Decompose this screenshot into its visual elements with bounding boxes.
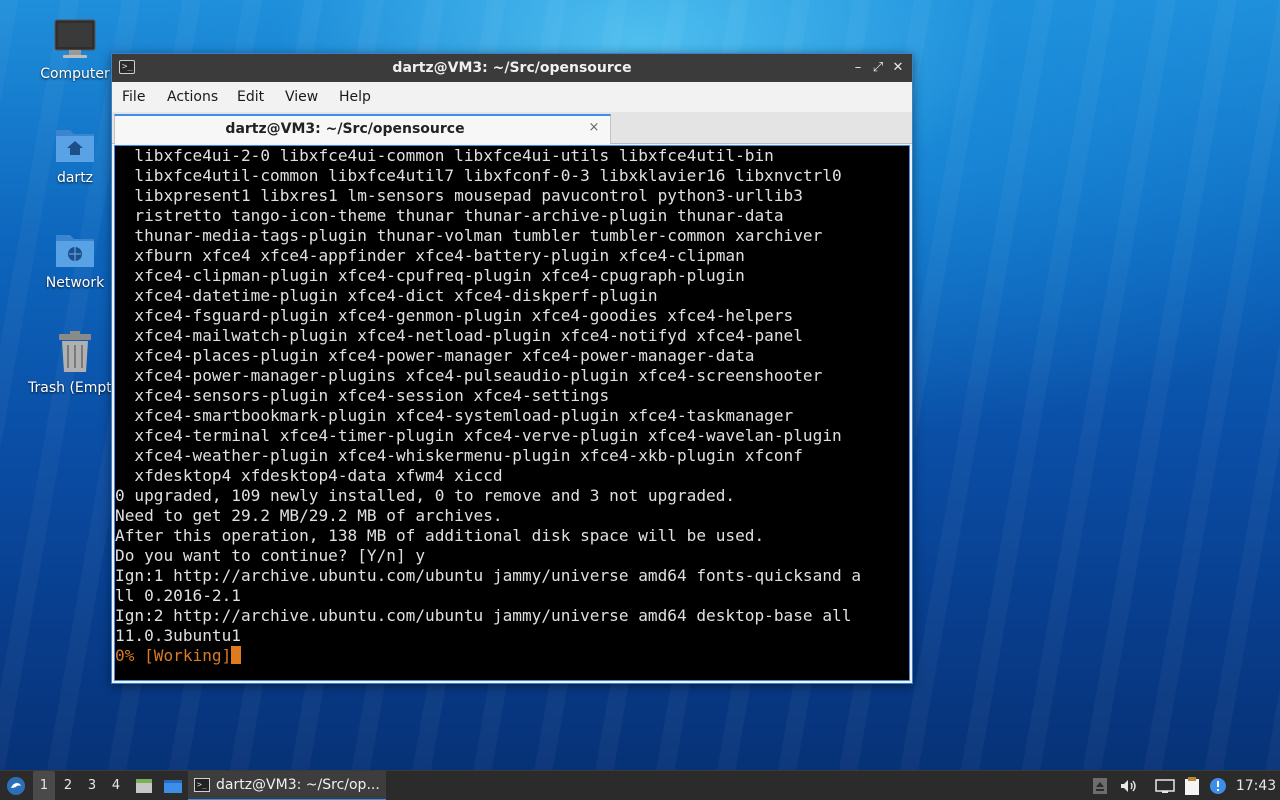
close-button[interactable]: ✕ — [888, 58, 908, 78]
task-label: dartz@VM3: ~/Src/op... — [216, 777, 380, 793]
terminal-line: After this operation, 138 MB of addition… — [115, 526, 765, 545]
tab-label: dartz@VM3: ~/Src/opensource — [225, 121, 465, 137]
minimize-button[interactable]: – — [848, 58, 868, 78]
workspace-3[interactable]: 3 — [81, 771, 103, 800]
taskbar: 1 2 3 4 >_ dartz@VM3: ~/Src/op... 17:43 — [0, 770, 1280, 800]
clipboard-icon[interactable] — [1181, 771, 1203, 800]
terminal-line: ll 0.2016-2.1 — [115, 586, 241, 605]
window-titlebar[interactable]: >_ dartz@VM3: ~/Src/opensource – ⤢ ✕ — [112, 54, 912, 82]
terminal-output[interactable]: libxfce4ui-2-0 libxfce4ui-common libxfce… — [114, 145, 910, 681]
xfce-logo-icon — [7, 776, 25, 795]
computer-icon — [54, 19, 96, 58]
show-desktop-icon[interactable] — [133, 771, 155, 800]
whisker-menu-button[interactable] — [4, 771, 28, 800]
menu-file[interactable]: File — [122, 82, 145, 112]
workspace-4[interactable]: 4 — [105, 771, 127, 800]
terminal-line: xfce4-weather-plugin xfce4-whiskermenu-p… — [115, 446, 803, 465]
file-manager-icon[interactable] — [161, 771, 185, 800]
workspace-1[interactable]: 1 — [33, 771, 55, 800]
terminal-line: 0 upgraded, 109 newly installed, 0 to re… — [115, 486, 736, 505]
home-folder-icon — [56, 130, 94, 162]
terminal-line: Do you want to continue? [Y/n] y — [115, 546, 426, 565]
tab-bar: dartz@VM3: ~/Src/opensource × — [112, 112, 912, 144]
terminal-line: libxfce4util-common libxfce4util7 libxfc… — [115, 166, 842, 185]
window-title: dartz@VM3: ~/Src/opensource — [392, 60, 632, 76]
terminal-line: xfce4-sensors-plugin xfce4-session xfce4… — [115, 386, 610, 405]
trash-icon — [59, 331, 91, 372]
terminal-line: xfdesktop4 xfdesktop4-data xfwm4 xiccd — [115, 466, 503, 485]
terminal-cursor — [231, 646, 242, 664]
network-folder-icon — [56, 235, 94, 267]
terminal-status-line: 0% [Working] — [115, 646, 909, 666]
tab-terminal[interactable]: dartz@VM3: ~/Src/opensource × — [114, 114, 611, 144]
clock[interactable]: 17:43 — [1234, 771, 1278, 800]
tab-close-icon[interactable]: × — [586, 120, 602, 136]
menubar: File Actions Edit View Help — [112, 82, 912, 112]
terminal-line: ristretto tango-icon-theme thunar thunar… — [115, 206, 784, 225]
terminal-line: Ign:2 http://archive.ubuntu.com/ubuntu j… — [115, 606, 852, 625]
terminal-line: libxfce4ui-2-0 libxfce4ui-common libxfce… — [115, 146, 774, 165]
menu-help[interactable]: Help — [339, 82, 371, 112]
terminal-line: xfce4-smartbookmark-plugin xfce4-systeml… — [115, 406, 794, 425]
tray-eject-icon[interactable] — [1090, 771, 1110, 800]
terminal-line: xfce4-terminal xfce4-timer-plugin xfce4-… — [115, 426, 842, 445]
terminal-icon: >_ — [194, 778, 210, 792]
terminal-line: thunar-media-tags-plugin thunar-volman t… — [115, 226, 823, 245]
menu-view[interactable]: View — [285, 82, 318, 112]
terminal-line: Ign:1 http://archive.ubuntu.com/ubuntu j… — [115, 566, 862, 585]
menu-actions[interactable]: Actions — [167, 82, 218, 112]
terminal-line: xfce4-fsguard-plugin xfce4-genmon-plugin… — [115, 306, 794, 325]
volume-icon[interactable] — [1117, 771, 1139, 800]
menu-edit[interactable]: Edit — [237, 82, 264, 112]
terminal-line: 11.0.3ubuntu1 — [115, 626, 241, 645]
workspace-2[interactable]: 2 — [57, 771, 79, 800]
terminal-line: libxpresent1 libxres1 lm-sensors mousepa… — [115, 186, 803, 205]
terminal-window: >_ dartz@VM3: ~/Src/opensource – ⤢ ✕ Fil… — [111, 53, 913, 684]
terminal-line: xfce4-power-manager-plugins xfce4-pulsea… — [115, 366, 823, 385]
network-tray-icon[interactable] — [1154, 771, 1176, 800]
terminal-line: xfburn xfce4 xfce4-appfinder xfce4-batte… — [115, 246, 745, 265]
terminal-line: xfce4-clipman-plugin xfce4-cpufreq-plugi… — [115, 266, 745, 285]
progress-status: 0% [Working] — [115, 646, 232, 665]
terminal-line: xfce4-mailwatch-plugin xfce4-netload-plu… — [115, 326, 803, 345]
terminal-line: xfce4-places-plugin xfce4-power-manager … — [115, 346, 755, 365]
update-notifier-icon[interactable] — [1208, 771, 1228, 800]
taskbar-terminal-task[interactable]: >_ dartz@VM3: ~/Src/op... — [188, 771, 386, 800]
terminal-line: xfce4-datetime-plugin xfce4-dict xfce4-d… — [115, 286, 658, 305]
terminal-line: Need to get 29.2 MB/29.2 MB of archives. — [115, 506, 503, 525]
maximize-button[interactable]: ⤢ — [868, 58, 888, 78]
